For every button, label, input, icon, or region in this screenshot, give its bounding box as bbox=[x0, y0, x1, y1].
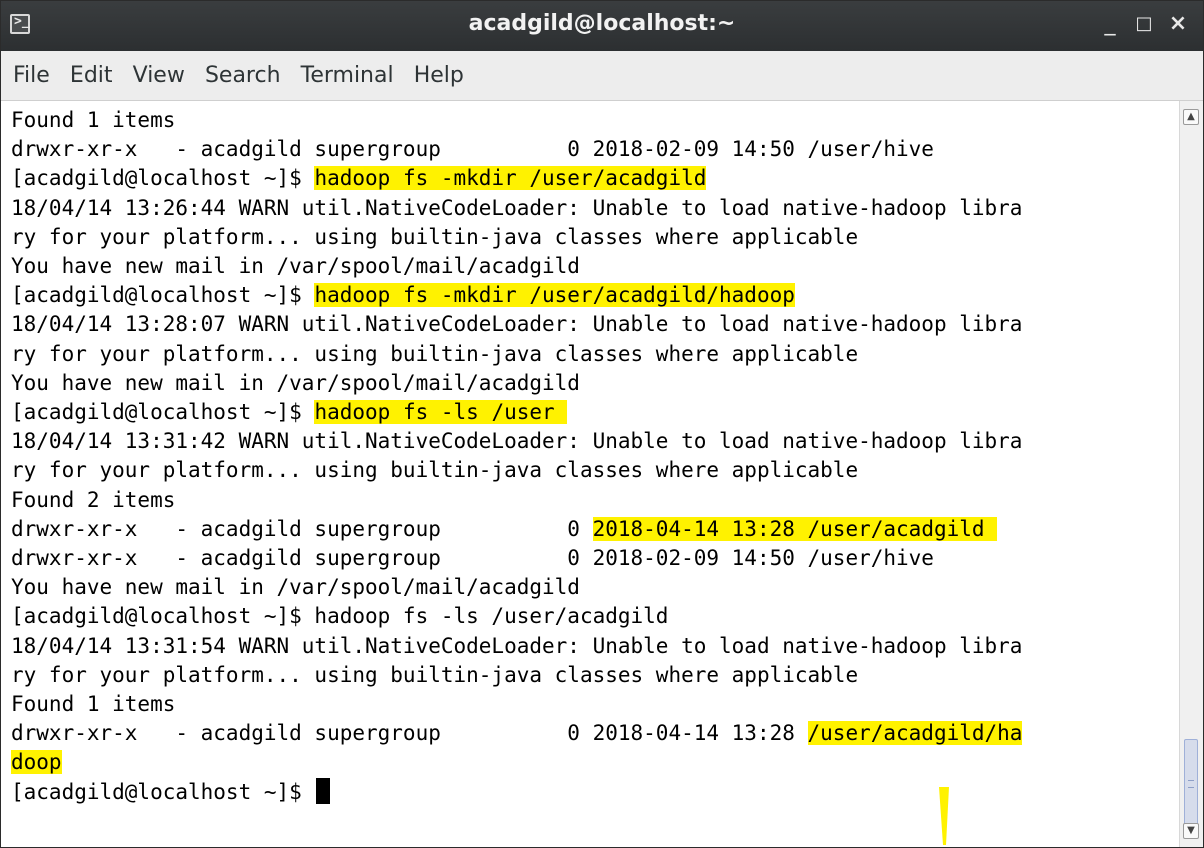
terminal-line: [acadgild@localhost ~]$ hadoop fs -ls /u… bbox=[11, 397, 568, 427]
terminal-text: Found 1 items bbox=[11, 108, 176, 132]
terminal-text: [acadgild@localhost ~]$ bbox=[11, 283, 315, 308]
terminal-line: 18/04/14 13:26:44 WARN util.NativeCodeLo… bbox=[11, 193, 1022, 223]
terminal-line: [acadgild@localhost ~]$ hadoop fs -ls /u… bbox=[11, 601, 668, 631]
terminal-text: 18/04/14 13:26:44 WARN util.NativeCodeLo… bbox=[11, 195, 1023, 220]
highlighted-text: hadoop fs -mkdir /user/acadgild/hadoop bbox=[314, 283, 795, 308]
terminal-text: Found 2 items bbox=[11, 487, 176, 512]
terminal-text: drwxr-xr-x - acadgild supergroup 0 2018-… bbox=[11, 721, 808, 746]
menu-search[interactable]: Search bbox=[205, 51, 281, 101]
terminal-line: ry for your platform... using builtin-ja… bbox=[11, 339, 858, 369]
highlighted-text: hadoop fs -mkdir /user/acadgild bbox=[314, 166, 707, 191]
title-bar[interactable]: >_ acadgild@localhost:~ _ □ × bbox=[1, 1, 1203, 51]
terminal-line: ry for your platform... using builtin-ja… bbox=[11, 222, 858, 252]
menu-edit[interactable]: Edit bbox=[70, 51, 113, 101]
terminal-line: 18/04/14 13:31:42 WARN util.NativeCodeLo… bbox=[11, 426, 1022, 456]
terminal-text: 18/04/14 13:28:07 WARN util.NativeCodeLo… bbox=[11, 312, 1023, 337]
terminal-line: drwxr-xr-x - acadgild supergroup 0 2018-… bbox=[11, 543, 934, 573]
terminal-text: [acadgild@localhost ~]$ bbox=[11, 779, 315, 804]
terminal-line: drwxr-xr-x - acadgild supergroup 0 2018-… bbox=[11, 134, 934, 164]
terminal-text: ry for your platform... using builtin-ja… bbox=[11, 458, 859, 483]
terminal-text: [acadgild@localhost ~]$ hadoop fs -ls /u… bbox=[11, 604, 669, 629]
menu-view[interactable]: View bbox=[133, 51, 185, 101]
terminal-text: You have new mail in /var/spool/mail/aca… bbox=[11, 370, 580, 395]
terminal-line: You have new mail in /var/spool/mail/aca… bbox=[11, 368, 580, 398]
highlight-marker-stroke bbox=[939, 787, 949, 845]
terminal-line: ry for your platform... using builtin-ja… bbox=[11, 455, 858, 485]
terminal-output[interactable]: Found 1 items drwxr-xr-x - acadgild super… bbox=[1, 101, 1179, 847]
terminal-text: You have new mail in /var/spool/mail/aca… bbox=[11, 575, 580, 600]
terminal-line: [acadgild@localhost ~]$ bbox=[11, 777, 331, 807]
vertical-scrollbar[interactable]: ▲ ▼ bbox=[1179, 101, 1203, 847]
maximize-button[interactable]: □ bbox=[1129, 9, 1159, 39]
terminal-text: ry for your platform... using builtin-ja… bbox=[11, 341, 859, 366]
terminal-text: 18/04/14 13:31:42 WARN util.NativeCodeLo… bbox=[11, 429, 1023, 454]
terminal-text: ry for your platform... using builtin-ja… bbox=[11, 224, 859, 249]
terminal-line: 18/04/14 13:28:07 WARN util.NativeCodeLo… bbox=[11, 309, 1022, 339]
terminal-line: Found 1 items bbox=[11, 689, 175, 719]
highlighted-text: 2018-04-14 13:28 /user/acadgild bbox=[592, 516, 998, 541]
terminal-window: >_ acadgild@localhost:~ _ □ × File Edit … bbox=[0, 0, 1204, 848]
terminal-line: You have new mail in /var/spool/mail/aca… bbox=[11, 251, 580, 281]
terminal-line: You have new mail in /var/spool/mail/aca… bbox=[11, 572, 580, 602]
terminal-line: [acadgild@localhost ~]$ hadoop fs -mkdir… bbox=[11, 280, 795, 310]
terminal-text: 18/04/14 13:31:54 WARN util.NativeCodeLo… bbox=[11, 633, 1023, 658]
menu-file[interactable]: File bbox=[13, 51, 50, 101]
chevron-up-icon[interactable]: ▲ bbox=[1183, 109, 1199, 125]
window-title: acadgild@localhost:~ bbox=[468, 11, 736, 36]
chevron-down-icon[interactable]: ▼ bbox=[1183, 823, 1199, 839]
text-cursor bbox=[316, 777, 331, 804]
terminal-text: drwxr-xr-x - acadgild supergroup 0 2018-… bbox=[11, 137, 934, 162]
highlighted-text: doop bbox=[11, 750, 62, 775]
terminal-line: [acadgild@localhost ~]$ hadoop fs -mkdir… bbox=[11, 163, 707, 193]
terminal-line: Found 2 items bbox=[11, 485, 175, 515]
terminal-text: Found 1 items bbox=[11, 692, 176, 716]
terminal-line: drwxr-xr-x - acadgild supergroup 0 2018-… bbox=[11, 514, 998, 544]
terminal-line: Found 1 items bbox=[11, 105, 175, 135]
terminal-text: [acadgild@localhost ~]$ bbox=[11, 166, 315, 191]
terminal-line: doop bbox=[11, 747, 62, 777]
terminal-text: ry for your platform... using builtin-ja… bbox=[11, 662, 859, 687]
terminal-text: drwxr-xr-x - acadgild supergroup 0 bbox=[11, 516, 593, 541]
terminal-text: drwxr-xr-x - acadgild supergroup 0 2018-… bbox=[11, 546, 934, 570]
terminal-text: You have new mail in /var/spool/mail/aca… bbox=[11, 254, 580, 278]
menu-bar: File Edit View Search Terminal Help bbox=[1, 51, 1203, 101]
terminal-line: drwxr-xr-x - acadgild supergroup 0 2018-… bbox=[11, 718, 1023, 748]
menu-terminal[interactable]: Terminal bbox=[301, 51, 394, 101]
minimize-button[interactable]: _ bbox=[1095, 9, 1125, 39]
close-button[interactable]: × bbox=[1163, 9, 1193, 39]
scrollbar-thumb[interactable] bbox=[1184, 739, 1198, 829]
highlighted-text: hadoop fs -ls /user bbox=[314, 400, 568, 424]
terminal-line: 18/04/14 13:31:54 WARN util.NativeCodeLo… bbox=[11, 631, 1022, 661]
menu-help[interactable]: Help bbox=[414, 51, 464, 101]
terminal-line: ry for your platform... using builtin-ja… bbox=[11, 660, 858, 690]
highlighted-text: /user/acadgild/ha bbox=[807, 721, 1023, 746]
terminal-text: [acadgild@localhost ~]$ bbox=[11, 400, 315, 424]
